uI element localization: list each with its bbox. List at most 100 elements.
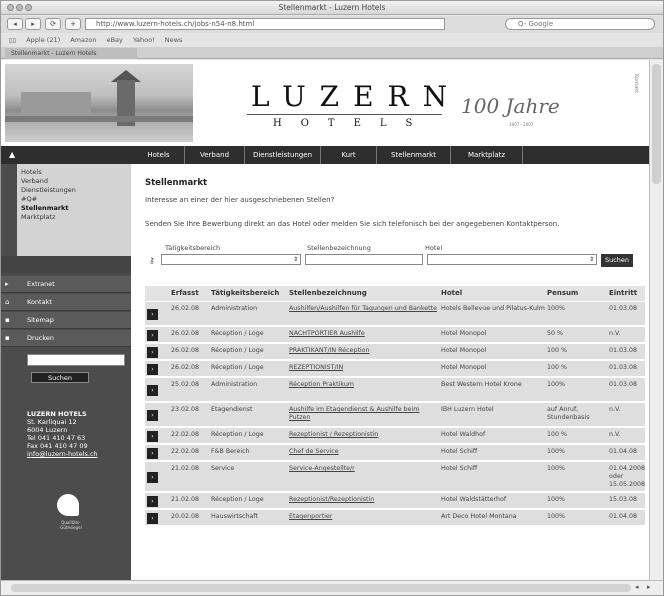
cell-position[interactable]: Aushilfe im Etagendienst & Aushilfe beim… <box>289 406 439 422</box>
sidebar-item-marktplatz[interactable]: Marktplatz <box>17 213 131 222</box>
row-detail-button[interactable]: › <box>147 448 158 459</box>
search-field[interactable]: Q- Google <box>505 18 655 30</box>
sidebar-search-input[interactable] <box>27 354 125 366</box>
nav-stellenmarkt[interactable]: Stellenmarkt <box>377 146 451 164</box>
cell-position[interactable]: Rezeptionist/Rezeptionistin <box>289 496 439 504</box>
cell-workload: 100% <box>547 513 566 520</box>
address-city: 6004 Luzern <box>27 426 68 434</box>
tab-stellenmarkt[interactable]: Stellenmarkt - Luzern Hotels <box>5 48 137 59</box>
address-bar[interactable]: http://www.luzern-hotels.ch/jobs-n54-n8.… <box>85 18 445 30</box>
horizontal-scrollbar[interactable]: ◂ ▸ <box>1 580 663 595</box>
col-header[interactable]: Pensum <box>547 286 578 301</box>
scroll-thumb[interactable] <box>11 584 631 592</box>
address-email-link[interactable]: info@luzern-hotels.ch <box>27 450 98 458</box>
sidebar-tool-extranet[interactable]: ▸ Extranet <box>1 276 131 293</box>
cell-area: Hauswirtschaft <box>211 513 258 520</box>
row-detail-button[interactable]: › <box>147 309 158 320</box>
nav-marktplatz[interactable]: Marktplatz <box>451 146 523 164</box>
bookmarks-bar: ▯▯ Apple (21) Amazon eBay Yahoo! News <box>1 34 663 46</box>
bookmark-item[interactable]: News <box>165 36 183 44</box>
cell-area: Réception / Loge <box>211 330 264 337</box>
sidebar-item-stellenmarkt[interactable]: Stellenmarkt <box>17 204 131 213</box>
cell-position[interactable]: Réception Praktikum <box>289 381 439 389</box>
sidebar-item-q[interactable]: #Q# <box>17 195 131 204</box>
nav-home-arrow-icon[interactable]: ▲ <box>9 150 15 159</box>
sidebar-item-hotels[interactable]: Hotels <box>17 168 131 177</box>
cell-position[interactable]: PRAKTIKANT/IN Réception <box>289 347 439 355</box>
row-detail-button[interactable]: › <box>147 513 158 524</box>
scroll-left-arrow-icon[interactable]: ◂ <box>635 583 639 591</box>
cell-workload: 50 % <box>547 330 563 337</box>
row-detail-button[interactable]: › <box>147 472 158 483</box>
cell-date: 21.02.08 <box>171 465 200 472</box>
web-page: LUZERN HOTELS 100 Jahre 1907 - 2007 Kont… <box>1 60 649 580</box>
cell-area: Etagendienst <box>211 406 253 413</box>
cell-start: 15.03.08 <box>609 496 638 503</box>
cell-date: 26.02.08 <box>171 347 200 354</box>
col-header[interactable]: Erfasst <box>171 286 199 301</box>
tool-label: Drucken <box>27 334 55 342</box>
row-detail-button[interactable]: › <box>147 410 158 421</box>
col-header[interactable]: Hotel <box>441 286 462 301</box>
tool-label: Sitemap <box>27 316 54 324</box>
filter-hotel-select[interactable]: ⇕ <box>427 254 597 265</box>
col-header[interactable]: Tätigkeitsbereich <box>211 286 279 301</box>
filter-search-button[interactable]: Suchen <box>601 254 633 267</box>
sidebar-item-verband[interactable]: Verband <box>17 177 131 186</box>
sidebar-item-dienstleistungen[interactable]: Dienstleistungen <box>17 186 131 195</box>
cell-start: 01.03.08 <box>609 364 638 371</box>
filter-stelle-input[interactable] <box>305 254 423 265</box>
col-header[interactable]: Stellenbezeichnung <box>289 286 367 301</box>
row-detail-button[interactable]: › <box>147 431 158 442</box>
bookmark-item[interactable]: Apple (21) <box>26 36 60 44</box>
cell-hotel: Hotel Waldstätterhof <box>441 496 507 503</box>
tool-label: Kontakt <box>27 298 52 306</box>
cell-position[interactable]: Aushilfen/Aushilfen für Tagungen und Ban… <box>289 305 439 313</box>
cell-start: n.V. <box>609 431 621 438</box>
filter-bereich-select[interactable]: ⇕ <box>161 254 301 265</box>
sidebar-tool-sitemap[interactable]: ▪ Sitemap <box>1 312 131 329</box>
row-detail-button[interactable]: › <box>147 330 158 341</box>
cell-position[interactable]: REZEPTIONIST/IN <box>289 364 439 372</box>
cell-date: 26.02.08 <box>171 364 200 371</box>
nav-kurt[interactable]: Kurt <box>321 146 377 164</box>
row-detail-button[interactable]: › <box>147 347 158 358</box>
forward-button[interactable]: ▸ <box>25 18 41 30</box>
back-button[interactable]: ◂ <box>7 18 23 30</box>
bookmark-item[interactable]: eBay <box>107 36 123 44</box>
home-icon: ⌂ <box>5 298 10 306</box>
cell-position[interactable]: Service-Angestellte/r <box>289 465 439 473</box>
bookmarks-book-icon[interactable]: ▯▯ <box>9 36 16 44</box>
add-bookmark-button[interactable]: + <box>65 18 81 30</box>
cell-position[interactable]: Chef de Service <box>289 448 439 456</box>
cell-hotel: Art Deco Hotel Montana <box>441 513 517 520</box>
side-contact-label[interactable]: Kontakt <box>633 74 639 93</box>
nav-hotels[interactable]: Hotels <box>133 146 185 164</box>
address-block: LUZERN HOTELS St. Karliquai 12 6004 Luze… <box>27 410 98 458</box>
table-row: › 23.02.08 Etagendienst Aushilfe im Etagend… <box>145 403 645 427</box>
scroll-right-arrow-icon[interactable]: ▸ <box>647 583 651 591</box>
bookmark-item[interactable]: Amazon <box>70 36 96 44</box>
sidebar-tool-drucken[interactable]: ▪ Drucken <box>1 330 131 347</box>
reload-button[interactable]: ⟳ <box>45 18 61 30</box>
cell-position[interactable]: Rezeptionist / Rezeptionistin <box>289 431 439 439</box>
nav-dienstleistungen[interactable]: Dienstleistungen <box>245 146 321 164</box>
row-detail-button[interactable]: › <box>147 496 158 507</box>
quality-seal-label: Qualitäts-Gütesiegel <box>60 520 82 530</box>
vertical-scrollbar[interactable] <box>649 60 663 580</box>
quality-seal-logo <box>57 494 79 516</box>
row-detail-button[interactable]: › <box>147 385 158 396</box>
nav-verband[interactable]: Verband <box>185 146 245 164</box>
sidebar-search-button[interactable]: Suchen <box>31 372 89 383</box>
cell-position[interactable]: NACHTPORTIER Aushilfe <box>289 330 439 338</box>
cell-area: Service <box>211 465 235 472</box>
sidebar-tool-kontakt[interactable]: ⌂ Kontakt <box>1 294 131 311</box>
scroll-thumb[interactable] <box>652 64 661 184</box>
table-row: › 26.02.08 Réception / Loge PRAKTIKANT/IN R… <box>145 344 645 360</box>
row-detail-button[interactable]: › <box>147 364 158 375</box>
cell-date: 23.02.08 <box>171 406 200 413</box>
cell-position[interactable]: Etagenportier <box>289 513 439 521</box>
cell-start: 01.03.08 <box>609 381 638 388</box>
col-header[interactable]: Eintritt <box>609 286 637 301</box>
bookmark-item[interactable]: Yahoo! <box>133 36 155 44</box>
